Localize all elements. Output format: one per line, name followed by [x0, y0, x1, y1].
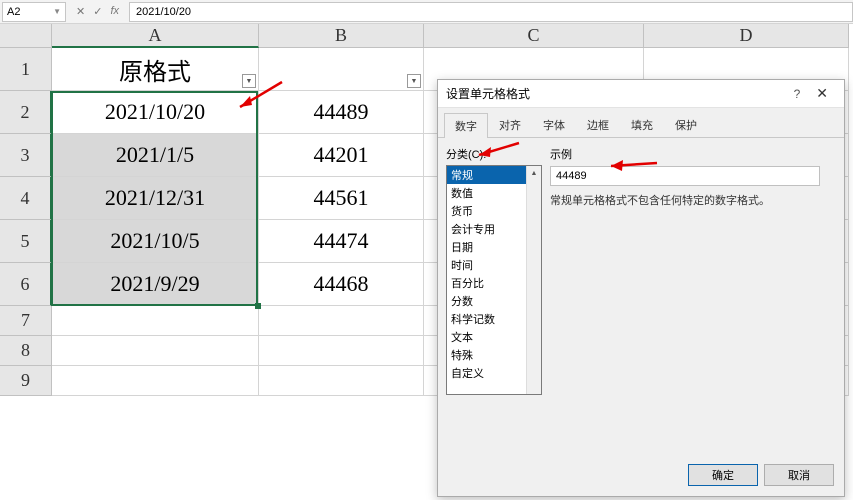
name-box[interactable]: A2 ▼ [2, 2, 66, 22]
cell-b5[interactable]: 44474 [259, 220, 424, 263]
cell-b2[interactable]: 44489 [259, 91, 424, 134]
name-box-value: A2 [7, 6, 20, 18]
tab-alignment[interactable]: 对齐 [488, 112, 532, 137]
cell-b1[interactable]: ▼ [259, 48, 424, 91]
row-header-8[interactable]: 8 [0, 336, 52, 366]
formula-value: 2021/10/20 [136, 6, 191, 18]
column-header-a[interactable]: A [52, 24, 259, 48]
tab-protection[interactable]: 保护 [664, 112, 708, 137]
row-header-6[interactable]: 6 [0, 263, 52, 306]
cell-b4[interactable]: 44561 [259, 177, 424, 220]
cancel-icon[interactable]: ✕ [76, 5, 85, 18]
cell-a7[interactable] [52, 306, 259, 336]
filter-icon[interactable]: ▼ [242, 74, 256, 88]
cell-a4[interactable]: 2021/12/31 [52, 177, 259, 220]
cell-a1-value: 原格式 [119, 52, 191, 87]
cell-b7[interactable] [259, 306, 424, 336]
cell-a3[interactable]: 2021/1/5 [52, 134, 259, 177]
cell-b9[interactable] [259, 366, 424, 396]
cell-b3[interactable]: 44201 [259, 134, 424, 177]
cell-b6[interactable]: 44468 [259, 263, 424, 306]
row-header-4[interactable]: 4 [0, 177, 52, 220]
row-header-2[interactable]: 2 [0, 91, 52, 134]
category-list[interactable]: 常规 数值 货币 会计专用 日期 时间 百分比 分数 科学记数 文本 特殊 自定… [446, 165, 542, 395]
row-header-9[interactable]: 9 [0, 366, 52, 396]
scroll-up-icon[interactable]: ▲ [527, 166, 541, 181]
ok-button[interactable]: 确定 [688, 464, 758, 486]
example-label: 示例 [550, 146, 836, 162]
cell-b8[interactable] [259, 336, 424, 366]
tab-number[interactable]: 数字 [444, 113, 488, 138]
cancel-button[interactable]: 取消 [764, 464, 834, 486]
cell-a1[interactable]: 原格式 ▼ [52, 48, 259, 91]
help-icon[interactable]: ? [786, 87, 809, 101]
dialog-body: 分类(C): 常规 数值 货币 会计专用 日期 时间 百分比 分数 科学记数 文… [438, 138, 844, 458]
cell-a5[interactable]: 2021/10/5 [52, 220, 259, 263]
format-hint: 常规单元格格式不包含任何特定的数字格式。 [550, 192, 836, 208]
cell-a2[interactable]: 2021/10/20 [52, 91, 259, 134]
cell-a9[interactable] [52, 366, 259, 396]
formula-input[interactable]: 2021/10/20 [129, 2, 853, 22]
example-value: 44489 [550, 166, 820, 186]
row-header-3[interactable]: 3 [0, 134, 52, 177]
row-header-7[interactable]: 7 [0, 306, 52, 336]
cell-a8[interactable] [52, 336, 259, 366]
column-header-d[interactable]: D [644, 24, 849, 48]
formula-bar-icons: ✕ ✓ fx [66, 5, 129, 18]
dialog-tabs: 数字 对齐 字体 边框 填充 保护 [438, 112, 844, 138]
filter-icon[interactable]: ▼ [407, 74, 421, 88]
dialog-title: 设置单元格格式 [446, 85, 530, 102]
check-icon[interactable]: ✓ [93, 5, 102, 18]
select-all-corner[interactable] [0, 24, 52, 48]
chevron-down-icon[interactable]: ▼ [53, 7, 61, 16]
tab-font[interactable]: 字体 [532, 112, 576, 137]
fill-handle[interactable] [255, 303, 261, 309]
row-header-5[interactable]: 5 [0, 220, 52, 263]
scrollbar[interactable]: ▲ [526, 166, 541, 394]
close-icon[interactable]: ✕ [808, 85, 836, 102]
column-header-b[interactable]: B [259, 24, 424, 48]
row-headers: 1 2 3 4 5 6 7 8 9 [0, 48, 52, 396]
column-header-c[interactable]: C [424, 24, 644, 48]
category-label: 分类(C): [446, 146, 542, 162]
cell-a6[interactable]: 2021/9/29 [52, 263, 259, 306]
row-header-1[interactable]: 1 [0, 48, 52, 91]
dialog-buttons: 确定 取消 [688, 464, 834, 486]
format-cells-dialog: 设置单元格格式 ? ✕ 数字 对齐 字体 边框 填充 保护 分类(C): 常规 … [437, 79, 845, 497]
tab-fill[interactable]: 填充 [620, 112, 664, 137]
formula-bar: A2 ▼ ✕ ✓ fx 2021/10/20 [0, 0, 853, 24]
fx-icon[interactable]: fx [110, 5, 119, 18]
tab-border[interactable]: 边框 [576, 112, 620, 137]
column-headers: A B C D [52, 24, 849, 48]
dialog-titlebar[interactable]: 设置单元格格式 ? ✕ [438, 80, 844, 108]
